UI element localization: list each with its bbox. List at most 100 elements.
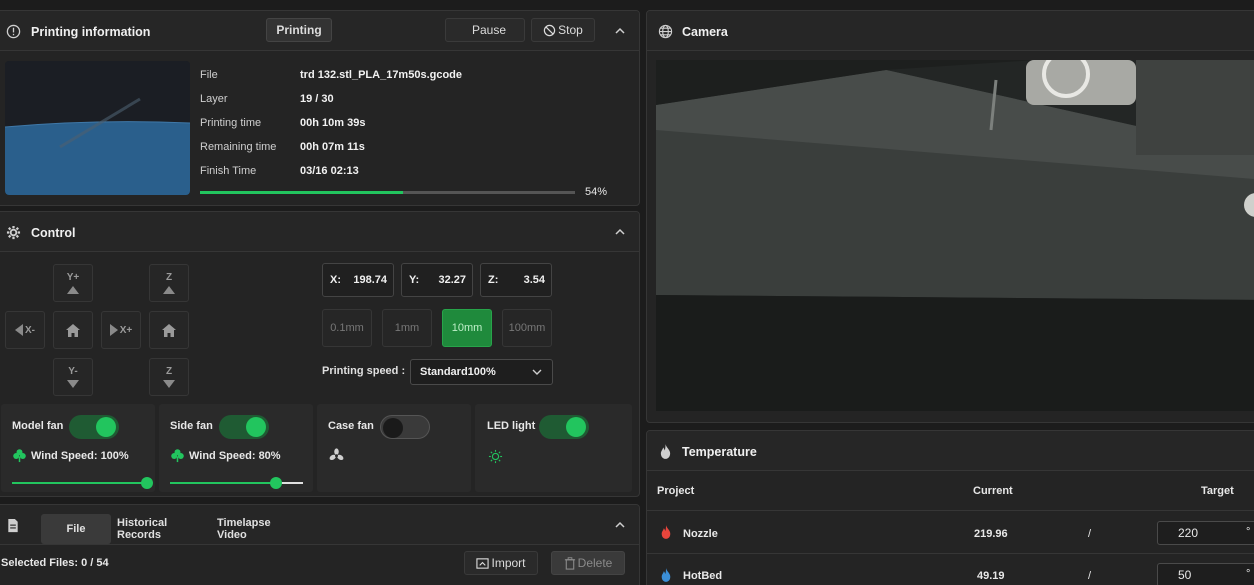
stop-icon: [543, 24, 556, 37]
pause-label: Pause: [471, 23, 507, 37]
printing-status-badge: Printing: [266, 18, 332, 42]
model-fan-slider-thumb[interactable]: [141, 477, 153, 489]
jog-x-plus-label: X+: [119, 324, 133, 336]
arrow-up-icon: [163, 286, 175, 294]
collapse-chevron-icon[interactable]: [613, 225, 627, 239]
case-fan-label: Case fan: [328, 420, 374, 432]
arrow-left-icon: [15, 324, 23, 336]
nozzle-flame-icon: [661, 525, 671, 539]
printing-status-text: Printing: [276, 23, 322, 37]
fan-icon: [329, 448, 344, 460]
clover-icon: [13, 449, 26, 463]
temperature-header: Temperature: [647, 431, 1254, 471]
printing-time-label: Printing time: [200, 117, 262, 129]
collapse-chevron-icon[interactable]: [613, 24, 627, 38]
led-light-label: LED light: [487, 420, 536, 432]
printing-speed-label: Printing speed :: [322, 365, 406, 377]
finish-time-label: Finish Time: [200, 165, 257, 177]
layer-value: 19 / 30: [300, 93, 334, 105]
jog-y-minus-label: Y-: [68, 366, 78, 377]
printing-speed-select[interactable]: Standard100%: [410, 359, 553, 385]
table-row: Nozzle 219.96 / 220 °: [647, 512, 1254, 554]
stop-button[interactable]: Stop: [531, 18, 595, 42]
gear-icon: [5, 224, 21, 240]
z-coordinate-display: Z: 3.54: [480, 263, 552, 297]
hotbed-flame-icon: [661, 568, 671, 582]
jog-y-minus-button[interactable]: Y-: [53, 358, 93, 396]
side-fan-card: Side fan Wind Speed: 80%: [159, 404, 313, 492]
model-fan-label: Model fan: [12, 420, 64, 432]
temperature-panel: Temperature Project Current Target Nozzl…: [646, 430, 1254, 585]
table-row: HotBed 49.19 / 50 °: [647, 554, 1254, 585]
print-progress-percent: 54%: [585, 186, 608, 198]
import-label: Import: [491, 556, 526, 570]
document-icon: [5, 517, 21, 533]
flame-icon: [657, 443, 673, 459]
printing-information-panel: Printing information Printing Pause Stop…: [0, 10, 640, 206]
chevron-down-icon: [532, 369, 542, 375]
jog-z-down-label: Z: [165, 366, 173, 377]
tab-timelapse-video-label: Timelapse Video: [217, 517, 271, 541]
side-fan-toggle[interactable]: [219, 415, 269, 439]
hotbed-unit: °: [1246, 568, 1251, 580]
jog-z-up-label: Z: [165, 272, 173, 283]
print-progress-bar: [200, 191, 575, 194]
control-panel: Control Y+ X- X+ Y- Z Z X: 198.74 Y: 32.…: [0, 211, 640, 497]
jog-x-plus-button[interactable]: X+: [101, 311, 141, 349]
lightbulb-icon: [488, 449, 503, 464]
trash-icon: [564, 556, 575, 570]
tab-file-label: File: [66, 523, 86, 535]
led-light-card: LED light: [475, 404, 632, 492]
model-fan-card: Model fan Wind Speed: 100%: [1, 404, 155, 492]
files-panel: File Historical Records Timelapse Video …: [0, 504, 640, 585]
camera-panel: Camera: [646, 10, 1254, 423]
hotbed-separator: /: [1088, 570, 1092, 582]
finish-time-value: 03/16 02:13: [300, 165, 359, 177]
collapse-chevron-icon[interactable]: [613, 518, 627, 532]
step-0-1mm-button[interactable]: 0.1mm: [322, 309, 372, 347]
case-fan-toggle[interactable]: [380, 415, 430, 439]
jog-z-down-button[interactable]: Z: [149, 358, 189, 396]
led-light-toggle[interactable]: [539, 415, 589, 439]
nozzle-separator: /: [1088, 528, 1092, 540]
import-button[interactable]: Import: [464, 551, 538, 575]
camera-header: Camera: [647, 11, 1254, 51]
arrow-down-icon: [67, 380, 79, 388]
side-fan-speed-text: Wind Speed: 80%: [189, 450, 281, 462]
nozzle-target-input[interactable]: 220: [1157, 521, 1254, 545]
printing-information-header: Printing information Printing Pause Stop: [0, 11, 639, 51]
home-z-button[interactable]: [149, 311, 189, 349]
jog-y-plus-button[interactable]: Y+: [53, 264, 93, 302]
jog-x-minus-button[interactable]: X-: [5, 311, 45, 349]
home-xy-button[interactable]: [53, 311, 93, 349]
print-thumbnail: [5, 61, 190, 195]
delete-label: Delete: [577, 556, 613, 570]
files-header: File Historical Records Timelapse Video: [0, 505, 639, 545]
model-fan-slider[interactable]: [12, 477, 153, 489]
tab-historical-records[interactable]: Historical Records: [117, 514, 209, 544]
jog-y-plus-label: Y+: [66, 272, 80, 283]
pause-button[interactable]: Pause: [445, 18, 525, 42]
current-column-header: Current: [973, 485, 1013, 497]
delete-button[interactable]: Delete: [551, 551, 625, 575]
x-coordinate-display: X: 198.74: [322, 263, 394, 297]
file-value: trd 132.stl_PLA_17m50s.gcode: [300, 69, 463, 81]
import-icon: [476, 557, 490, 569]
model-fan-toggle[interactable]: [69, 415, 119, 439]
step-10mm-button[interactable]: 10mm: [442, 309, 492, 347]
y-coordinate-display: Y: 32.27: [401, 263, 473, 297]
step-1mm-button[interactable]: 1mm: [382, 309, 432, 347]
tab-timelapse-video[interactable]: Timelapse Video: [217, 514, 297, 544]
side-fan-slider-thumb[interactable]: [270, 477, 283, 489]
clover-icon: [171, 449, 184, 463]
nozzle-current-temp: 219.96: [974, 528, 1008, 540]
y-coordinate-value: 32.27: [438, 274, 466, 286]
camera-feed: [656, 60, 1254, 411]
side-fan-label: Side fan: [170, 420, 213, 432]
side-fan-slider[interactable]: [170, 477, 303, 489]
hotbed-current-temp: 49.19: [977, 570, 1005, 582]
step-100mm-button[interactable]: 100mm: [502, 309, 552, 347]
hotbed-target-input[interactable]: 50: [1157, 563, 1254, 585]
jog-z-up-button[interactable]: Z: [149, 264, 189, 302]
tab-file[interactable]: File: [41, 514, 111, 544]
